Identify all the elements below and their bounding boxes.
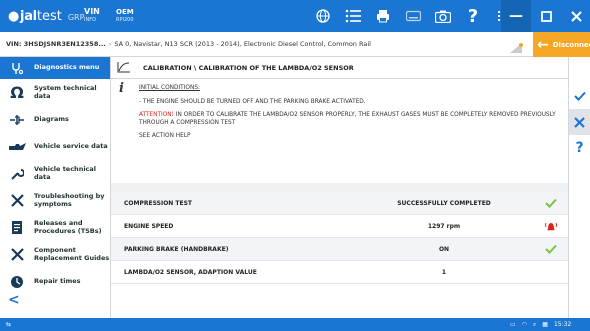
help-icon[interactable]: ? [458, 0, 488, 32]
diagnostics-icon [6, 59, 28, 77]
breadcrumb-separator: › [108, 40, 112, 48]
back-chevron-icon[interactable]: < [8, 292, 20, 308]
vehicle-description: SA 0, Navistar, N13 SCR (2013 - 2014), E… [114, 40, 371, 48]
checkmark-icon [533, 244, 568, 254]
document-icon [6, 219, 28, 237]
disconnect-button[interactable]: ← Disconnect [533, 32, 590, 57]
sidebar-item-troubleshooting[interactable]: Troubleshooting by symptoms [0, 187, 110, 214]
status-bar: ⇆ ▭ ◠ ⌕ ▦ 15:32 [0, 318, 590, 331]
checkmark-icon [533, 198, 568, 208]
camera-icon[interactable] [428, 0, 458, 32]
oem-button[interactable]: OEM RPI200 [116, 8, 156, 24]
see-action-help: SEE ACTION HELP [139, 133, 191, 139]
close-button[interactable] [561, 0, 590, 32]
printer-icon[interactable] [368, 0, 398, 32]
top-bar: ● jal test GRP VIN INFO OEM RPI200 ? — [0, 0, 590, 32]
warning-text: ATTENTION! IN ORDER TO CALIBRATE THE LAM… [139, 112, 556, 126]
maximize-button[interactable] [531, 0, 561, 32]
initial-conditions-heading: INITIAL CONDITIONS: [139, 85, 200, 91]
graph-icon [117, 61, 133, 75]
close-icon [574, 116, 585, 128]
sidebar-item-vehicle-technical-data[interactable]: Vehicle technical data [0, 160, 110, 187]
table-spacer [111, 183, 568, 192]
page-title-bar: CALIBRATION \ CALIBRATION OF THE LAMBDA/… [111, 57, 568, 79]
table-row: PARKING BRAKE (HANDBRAKE) ON [111, 238, 568, 261]
action-sidebar: ? [568, 57, 590, 318]
sidebar: Diagnostics menu Ω System technical data… [0, 57, 111, 318]
table-row: COMPRESSION TEST SUCCESSFULLY COMPLETED [111, 192, 568, 215]
cancel-button[interactable] [569, 109, 590, 135]
sidebar-header-diagnostics[interactable]: Diagnostics menu [0, 57, 110, 79]
battery-icon: ▭ [510, 321, 516, 328]
table-row: LAMBDA/O2 SENSOR, ADAPTION VALUE 1 [111, 261, 568, 284]
vin-info-button[interactable]: VIN INFO [84, 8, 112, 24]
window-controls: — [501, 0, 590, 32]
vehicle-bar: VIN: 3HSDJSNR3EN12358... › SA 0, Navista… [0, 32, 590, 57]
tools-icon [6, 246, 28, 264]
clock-icon [6, 273, 28, 291]
list-icon[interactable] [338, 0, 368, 32]
clock-time: 15:32 [553, 321, 572, 328]
wifi-icon: ◠ [521, 321, 527, 328]
omega-icon: Ω [10, 82, 24, 102]
diagram-icon [6, 111, 28, 129]
arrow-left-icon: ← [537, 36, 549, 53]
oil-can-icon [6, 138, 28, 156]
wrench-icon [6, 165, 28, 183]
usb-icon: ⇆ [6, 321, 12, 328]
sidebar-item-component-replacement[interactable]: Component Replacement Guides [0, 241, 110, 268]
alarm-bell-icon [533, 220, 568, 232]
instruction-line: - THE ENGINE SHOULD BE TURNED OFF AND TH… [139, 98, 366, 105]
globe-icon[interactable] [308, 0, 338, 32]
sidebar-item-diagrams[interactable]: Diagrams [0, 106, 110, 133]
search-icon: ⌕ [532, 320, 537, 328]
sidebar-item-system-technical-data[interactable]: Ω System technical data [0, 79, 110, 106]
checkmark-icon [573, 91, 586, 101]
sidebar-item-vehicle-service-data[interactable]: Vehicle service data [0, 133, 110, 160]
calendar-icon: ▦ [542, 321, 548, 328]
sidebar-item-repair-times[interactable]: Repair times [0, 268, 110, 295]
toolbar-icons: ? [308, 0, 518, 32]
action-help-button[interactable]: ? [569, 135, 590, 161]
info-icon: i [119, 81, 124, 96]
confirm-button[interactable] [569, 83, 590, 109]
keyboard-icon[interactable] [398, 0, 428, 32]
instructions-panel: i INITIAL CONDITIONS: - THE ENGINE SHOUL… [111, 79, 568, 183]
sidebar-item-releases-tsbs[interactable]: Releases and Procedures (TSBs) [0, 214, 110, 241]
main-panel: CALIBRATION \ CALIBRATION OF THE LAMBDA/… [111, 57, 568, 318]
table-row: ENGINE SPEED 1297 rpm [111, 215, 568, 238]
page-title: CALIBRATION \ CALIBRATION OF THE LAMBDA/… [143, 63, 354, 72]
connection-signal-icon [509, 39, 523, 53]
minimize-button[interactable]: — [501, 0, 531, 32]
vehicle-vin: VIN: 3HSDJSNR3EN12358... [6, 40, 106, 48]
app-logo: ● jal test GRP [8, 8, 85, 24]
tools-icon [6, 192, 28, 210]
